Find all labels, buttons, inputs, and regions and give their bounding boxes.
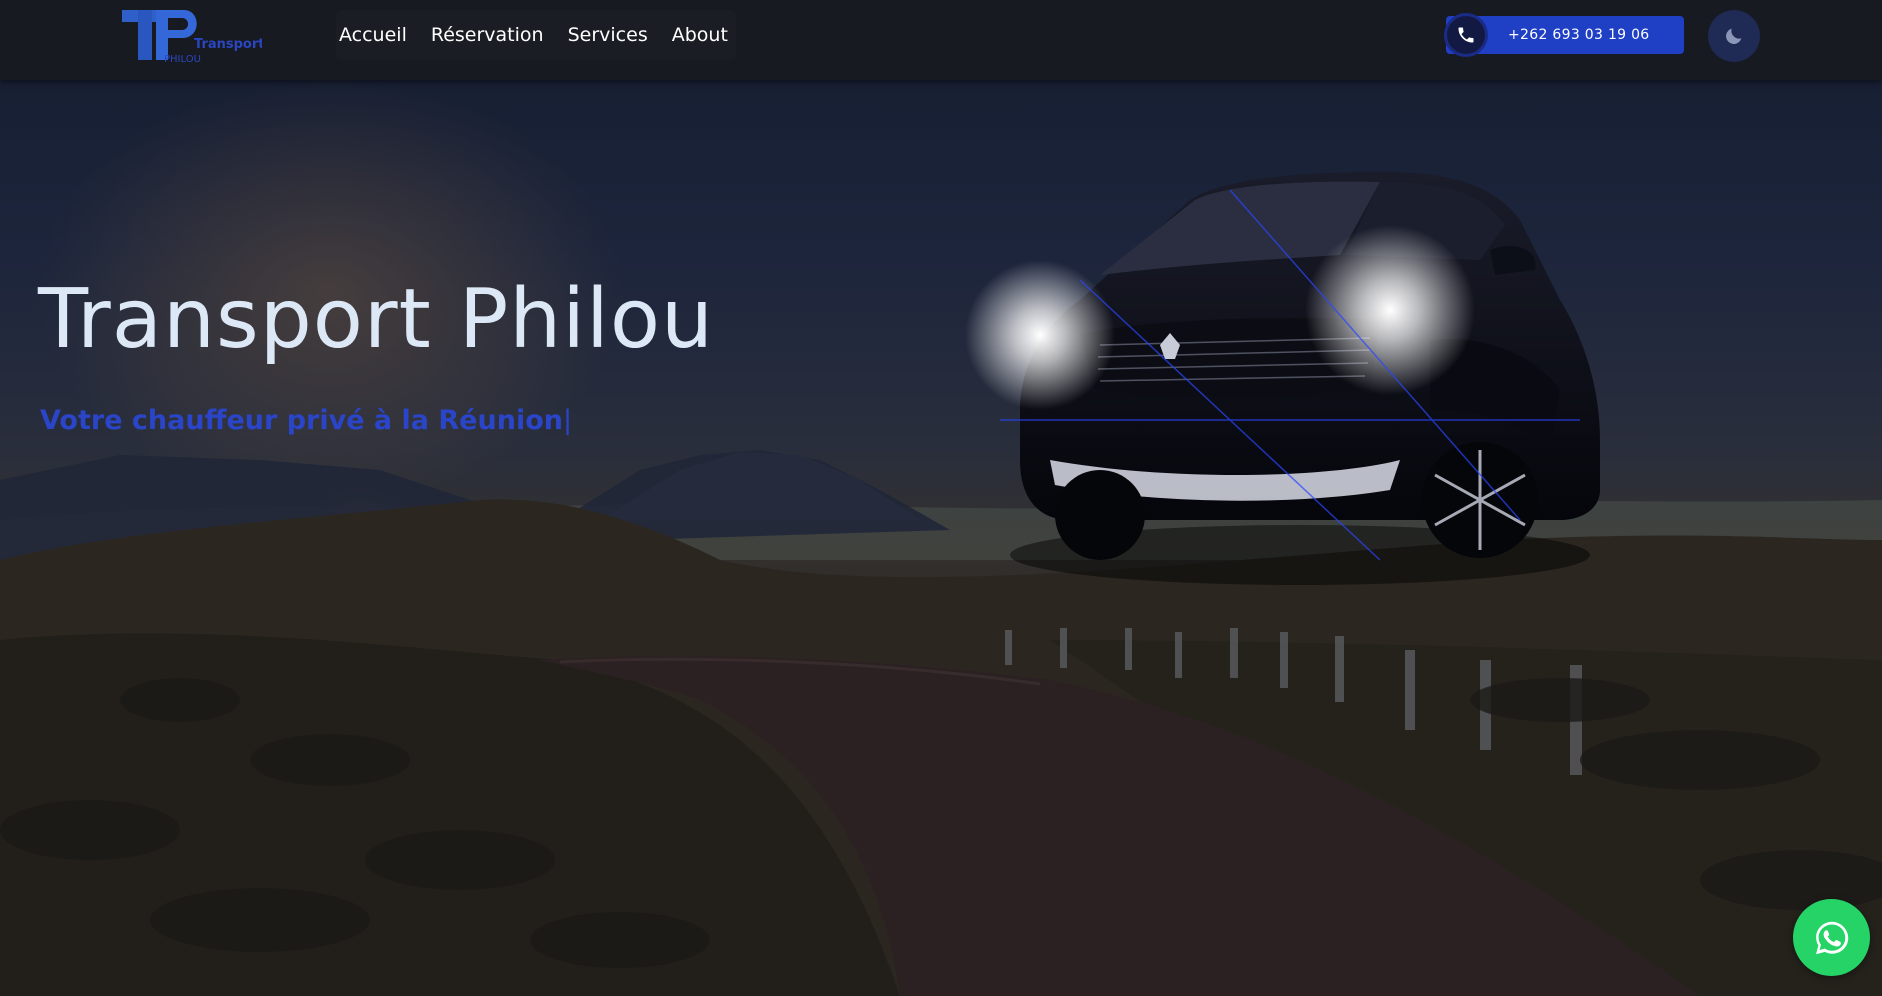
phone-icon: [1444, 13, 1488, 57]
phone-number: +262 693 03 19 06: [1508, 27, 1650, 43]
nav-link-reservation[interactable]: Réservation: [419, 24, 556, 46]
main-menu: Accueil Réservation Services About: [336, 10, 736, 60]
hero-title: Transport Philou: [38, 272, 714, 367]
theme-toggle-button[interactable]: [1708, 10, 1760, 62]
suv-car-image: [965, 172, 1600, 585]
logo-word-main: Transport: [194, 37, 262, 52]
hero-subtitle: Votre chauffeur privé à la Réunion|: [40, 405, 572, 436]
logo-mark: Transport PHILOU: [122, 10, 262, 65]
moon-icon: [1726, 28, 1742, 44]
nav-link-accueil[interactable]: Accueil: [336, 24, 419, 46]
whatsapp-button[interactable]: [1793, 899, 1870, 976]
typing-caret: |: [562, 405, 573, 436]
phone-call-button[interactable]: +262 693 03 19 06: [1444, 13, 1684, 57]
site-logo[interactable]: Transport PHILOU: [122, 6, 262, 66]
hero-section: Transport Philou Votre chauffeur privé à…: [0, 0, 1882, 996]
whatsapp-icon: [1815, 921, 1848, 954]
navbar: Transport PHILOU Accueil Réservation Ser…: [0, 0, 1882, 80]
logo-word-sub: PHILOU: [164, 54, 201, 65]
nav-link-services[interactable]: Services: [556, 24, 660, 46]
nav-link-about[interactable]: About: [660, 24, 740, 46]
hero-subtitle-text: Votre chauffeur privé à la Réunion: [40, 405, 563, 436]
